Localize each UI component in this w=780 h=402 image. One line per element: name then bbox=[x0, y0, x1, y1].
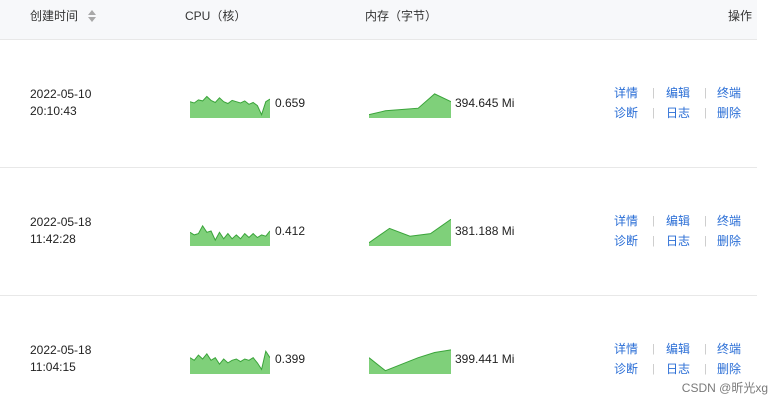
sparkline-area bbox=[369, 219, 451, 246]
separator: | bbox=[704, 363, 707, 375]
row-actions: 详情 | 编辑 | 终端 诊断 | 日志 | 删除 bbox=[610, 211, 750, 251]
edit-link[interactable]: 编辑 bbox=[666, 211, 690, 231]
cpu-sparkline bbox=[190, 224, 270, 246]
created-clock: 20:10:43 bbox=[30, 104, 77, 118]
memory-value: 381.188 Mi bbox=[455, 224, 515, 238]
watermark: CSDN @昕光xg bbox=[681, 381, 768, 395]
table-row: 2022-05-10 20:10:43 0.659 394.645 Mi 详情 … bbox=[0, 40, 757, 168]
delete-link[interactable]: 删除 bbox=[717, 231, 741, 251]
separator: | bbox=[704, 215, 707, 227]
cpu-value: 0.399 bbox=[275, 352, 306, 366]
pod-table: 创建时间 CPU（核） 内存（字节） 操作 2022-05-10 20:10:4… bbox=[0, 0, 780, 402]
header-ops: 操作 bbox=[728, 9, 753, 23]
created-date: 2022-05-10 bbox=[30, 87, 92, 101]
memory-value: 399.441 Mi bbox=[455, 352, 515, 366]
cpu-sparkline bbox=[190, 95, 270, 118]
log-link[interactable]: 日志 bbox=[666, 231, 690, 251]
terminal-link[interactable]: 终端 bbox=[717, 339, 741, 359]
sort-icon[interactable] bbox=[87, 9, 97, 23]
separator: | bbox=[652, 235, 655, 247]
cpu-sparkline bbox=[190, 349, 270, 374]
detail-link[interactable]: 详情 bbox=[614, 211, 638, 231]
created-date: 2022-05-18 bbox=[30, 343, 92, 357]
edit-link[interactable]: 编辑 bbox=[666, 83, 690, 103]
separator: | bbox=[652, 363, 655, 375]
memory-sparkline bbox=[369, 349, 451, 374]
log-link[interactable]: 日志 bbox=[666, 359, 690, 379]
separator: | bbox=[652, 107, 655, 119]
header-cpu: CPU（核） bbox=[185, 9, 247, 23]
sparkline-area bbox=[369, 93, 451, 118]
table-row: 2022-05-18 11:04:15 0.399 399.441 Mi 详情 … bbox=[0, 296, 757, 402]
diagnose-link[interactable]: 诊断 bbox=[614, 359, 638, 379]
cpu-value: 0.412 bbox=[275, 224, 306, 238]
separator: | bbox=[652, 87, 655, 99]
edit-link[interactable]: 编辑 bbox=[666, 339, 690, 359]
created-time: 2022-05-10 20:10:43 bbox=[30, 86, 91, 120]
separator: | bbox=[652, 215, 655, 227]
sparkline-area bbox=[190, 351, 270, 374]
created-date: 2022-05-18 bbox=[30, 215, 92, 229]
separator: | bbox=[704, 343, 707, 355]
table-row: 2022-05-18 11:42:28 0.412 381.188 Mi 详情 … bbox=[0, 168, 757, 296]
delete-link[interactable]: 删除 bbox=[717, 359, 741, 379]
delete-link[interactable]: 删除 bbox=[717, 103, 741, 123]
table-header: 创建时间 CPU（核） 内存（字节） 操作 bbox=[0, 0, 757, 40]
terminal-link[interactable]: 终端 bbox=[717, 83, 741, 103]
row-actions: 详情 | 编辑 | 终端 诊断 | 日志 | 删除 bbox=[610, 339, 750, 379]
sparkline-area bbox=[369, 349, 451, 374]
cpu-value: 0.659 bbox=[275, 96, 306, 110]
header-memory: 内存（字节） bbox=[365, 9, 438, 23]
log-link[interactable]: 日志 bbox=[666, 103, 690, 123]
detail-link[interactable]: 详情 bbox=[614, 339, 638, 359]
separator: | bbox=[704, 235, 707, 247]
row-actions: 详情 | 编辑 | 终端 诊断 | 日志 | 删除 bbox=[610, 83, 750, 123]
diagnose-link[interactable]: 诊断 bbox=[614, 231, 638, 251]
separator: | bbox=[652, 343, 655, 355]
created-time: 2022-05-18 11:04:15 bbox=[30, 342, 91, 376]
header-created-label: 创建时间 bbox=[30, 9, 79, 23]
header-created[interactable]: 创建时间 bbox=[30, 0, 97, 40]
created-clock: 11:04:15 bbox=[30, 360, 76, 374]
created-clock: 11:42:28 bbox=[30, 232, 76, 246]
diagnose-link[interactable]: 诊断 bbox=[614, 103, 638, 123]
terminal-link[interactable]: 终端 bbox=[717, 211, 741, 231]
separator: | bbox=[704, 107, 707, 119]
created-time: 2022-05-18 11:42:28 bbox=[30, 214, 91, 248]
detail-link[interactable]: 详情 bbox=[614, 83, 638, 103]
memory-value: 394.645 Mi bbox=[455, 96, 515, 110]
memory-sparkline bbox=[369, 218, 451, 246]
separator: | bbox=[704, 87, 707, 99]
memory-sparkline bbox=[369, 93, 451, 118]
